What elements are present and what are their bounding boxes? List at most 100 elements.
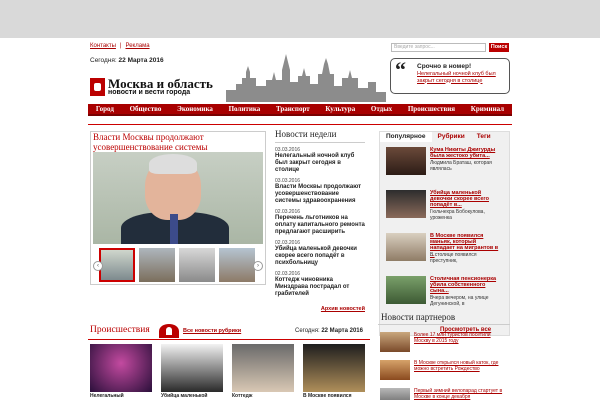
nav-item-incidents[interactable]: Происшествия — [408, 105, 455, 113]
date-value: 22 Марта 2016 — [118, 57, 164, 64]
list-item: 02.03.2016 Перечень льготников на оплату… — [275, 209, 365, 236]
photo-hair — [149, 154, 197, 174]
divider — [88, 124, 512, 125]
weekly-news-title: Новости недели — [275, 129, 365, 143]
contacts-link[interactable]: Контакты — [90, 43, 116, 49]
urgent-title: Срочно в номер! — [417, 63, 472, 70]
partners-title: Новости партнеров — [381, 312, 456, 322]
popular-item: Кума Никиты Джигурды была жестоко убита.… — [386, 147, 504, 185]
moscow-coat-of-arms-icon — [90, 78, 105, 96]
nav-item-society[interactable]: Общество — [130, 105, 162, 113]
incidents-title[interactable]: Происшествия — [90, 325, 150, 335]
news-link[interactable]: Коттедж чиновника Минздрава пострадал от… — [275, 277, 365, 298]
popular-link[interactable]: Столичная пенсионерка убила собственного… — [430, 276, 502, 295]
date-label: Сегодня: — [295, 328, 320, 334]
nav-item-culture[interactable]: Культура — [325, 105, 355, 113]
feature-photo[interactable] — [93, 152, 263, 244]
nav-item-economy[interactable]: Экономика — [177, 105, 213, 113]
top-links: Контакты | Реклама — [90, 43, 150, 49]
popular-desc: В столице появился преступник, — [430, 252, 477, 264]
popular-thumb[interactable] — [386, 147, 426, 175]
partner-link[interactable]: Первый зимний велопарад стартует в Москв… — [414, 388, 508, 400]
logo-subtitle: новости и вести города — [108, 89, 191, 96]
popular-item: В Москве появился маньяк, который напада… — [386, 233, 504, 271]
incident-caption[interactable]: В Москве появился — [303, 393, 365, 400]
popular-desc: Гюльчехра Бобокулова, уроженка — [430, 209, 485, 221]
nav-item-politics[interactable]: Политика — [229, 105, 261, 113]
popular-thumb[interactable] — [386, 190, 426, 218]
date-value: 22 Марта 2016 — [321, 328, 363, 334]
list-item: 03.03.2016 Власти Москвы продолжают усов… — [275, 178, 365, 205]
quote-icon: “ — [395, 57, 406, 82]
slider-prev-button[interactable]: ‹ — [93, 261, 103, 271]
news-link[interactable]: Власти Москвы продолжают усовершенствова… — [275, 184, 365, 205]
photo-tie — [170, 214, 178, 244]
tab-rubrics[interactable]: Рубрики — [432, 132, 471, 142]
search-button[interactable]: Поиск — [489, 43, 509, 52]
popular-link[interactable]: Кума Никиты Джигурды была жестоко убита.… — [430, 147, 502, 159]
incident-thumb-1[interactable] — [90, 344, 152, 392]
partner-thumb[interactable] — [380, 332, 410, 352]
news-link[interactable]: Нелегальный ночной клуб был закрыт сегод… — [275, 153, 365, 174]
police-badge-icon — [159, 324, 179, 338]
tab-tags[interactable]: Теги — [471, 132, 497, 142]
thumbnail-4[interactable] — [219, 248, 255, 282]
list-item: 03.03.2016 Нелегальный ночной клуб был з… — [275, 147, 365, 174]
thumbnail-2[interactable] — [139, 248, 175, 282]
incident-thumb-2[interactable] — [161, 344, 223, 392]
incident-caption[interactable]: Коттедж — [232, 393, 294, 400]
search-input[interactable]: Введите запрос... — [391, 43, 486, 52]
thumbnail-1[interactable] — [99, 248, 135, 282]
divider — [378, 324, 510, 325]
partner-thumb[interactable] — [380, 360, 410, 380]
popular-thumb[interactable] — [386, 276, 426, 304]
nav-item-city[interactable]: Город — [96, 105, 114, 113]
nav-item-leisure[interactable]: Отдых — [371, 105, 392, 113]
all-rubric-news-link[interactable]: Все новости рубрики — [183, 328, 241, 334]
partner-item: В Москве открылся новый каток, где можно… — [380, 360, 510, 382]
today-date: Сегодня: 22 Марта 2016 — [90, 57, 164, 64]
popular-link[interactable]: Убийца маленькой девочки скорее всего по… — [430, 190, 502, 209]
list-item: 02.03.2016 Коттедж чиновника Минздрава п… — [275, 271, 365, 298]
news-link[interactable]: Перечень льготников на оплату капитально… — [275, 215, 365, 236]
incidents-date: Сегодня: 22 Марта 2016 — [295, 328, 363, 334]
nav-item-crime[interactable]: Криминал — [471, 105, 504, 113]
feature-slider: Власти Москвы продолжают усовершенствова… — [90, 131, 266, 285]
partner-item: Первый зимний велопарад стартует в Москв… — [380, 388, 510, 400]
thumbnail-3[interactable] — [179, 248, 215, 282]
tab-bar: Популярное Рубрики Теги — [380, 132, 509, 142]
main-nav: Город Общество Экономика Политика Трансп… — [88, 104, 512, 116]
incident-caption[interactable]: Нелегальный — [90, 393, 152, 400]
list-item: 02.03.2016 Убийца маленькой девочки скор… — [275, 240, 365, 267]
incident-thumb-3[interactable] — [232, 344, 294, 392]
popular-panel: Популярное Рубрики Теги Кума Никиты Джиг… — [379, 131, 510, 336]
partner-thumb[interactable] — [380, 388, 410, 400]
slider-thumbnails: ‹ › — [93, 248, 263, 284]
popular-thumb[interactable] — [386, 233, 426, 261]
slider-next-button[interactable]: › — [253, 261, 263, 271]
partner-link[interactable]: Более 17 млн туристов посетили Москву в … — [414, 332, 508, 344]
popular-desc: Людмила Браташ, которая являлась — [430, 160, 492, 172]
archive-link[interactable]: Архив новостей — [278, 306, 365, 312]
urgent-link[interactable]: Нелегальный ночной клуб был закрыт сегод… — [417, 71, 507, 84]
page-container: Контакты | Реклама Сегодня: 22 Марта 2016 … — [88, 38, 512, 400]
kremlin-skyline-illustration — [226, 54, 386, 102]
separator: | — [119, 43, 122, 49]
partner-link[interactable]: В Москве открылся новый каток, где можно… — [414, 360, 508, 372]
urgent-news-bubble: “ Срочно в номер! Нелегальный ночной клу… — [390, 57, 510, 94]
site-logo[interactable]: Москва и область новости и вести города — [90, 76, 225, 98]
divider — [88, 339, 370, 340]
news-link[interactable]: Убийца маленькой девочки скорее всего по… — [275, 246, 365, 267]
top-gray-bar — [0, 0, 600, 38]
popular-item: Убийца маленькой девочки скорее всего по… — [386, 190, 504, 228]
popular-item: Столичная пенсионерка убила собственного… — [386, 276, 504, 314]
nav-item-transport[interactable]: Транспорт — [276, 105, 310, 113]
ads-link[interactable]: Реклама — [125, 43, 149, 49]
date-label: Сегодня: — [90, 57, 117, 64]
popular-desc: Вчера вечером, на улице Дегунинской, в — [430, 295, 489, 307]
tab-popular[interactable]: Популярное — [380, 132, 432, 142]
incident-caption[interactable]: Убийца маленькой — [161, 393, 223, 400]
incident-thumb-4[interactable] — [303, 344, 365, 392]
weekly-news: Новости недели 03.03.2016 Нелегальный но… — [275, 129, 365, 298]
partner-item: Более 17 млн туристов посетили Москву в … — [380, 332, 510, 354]
